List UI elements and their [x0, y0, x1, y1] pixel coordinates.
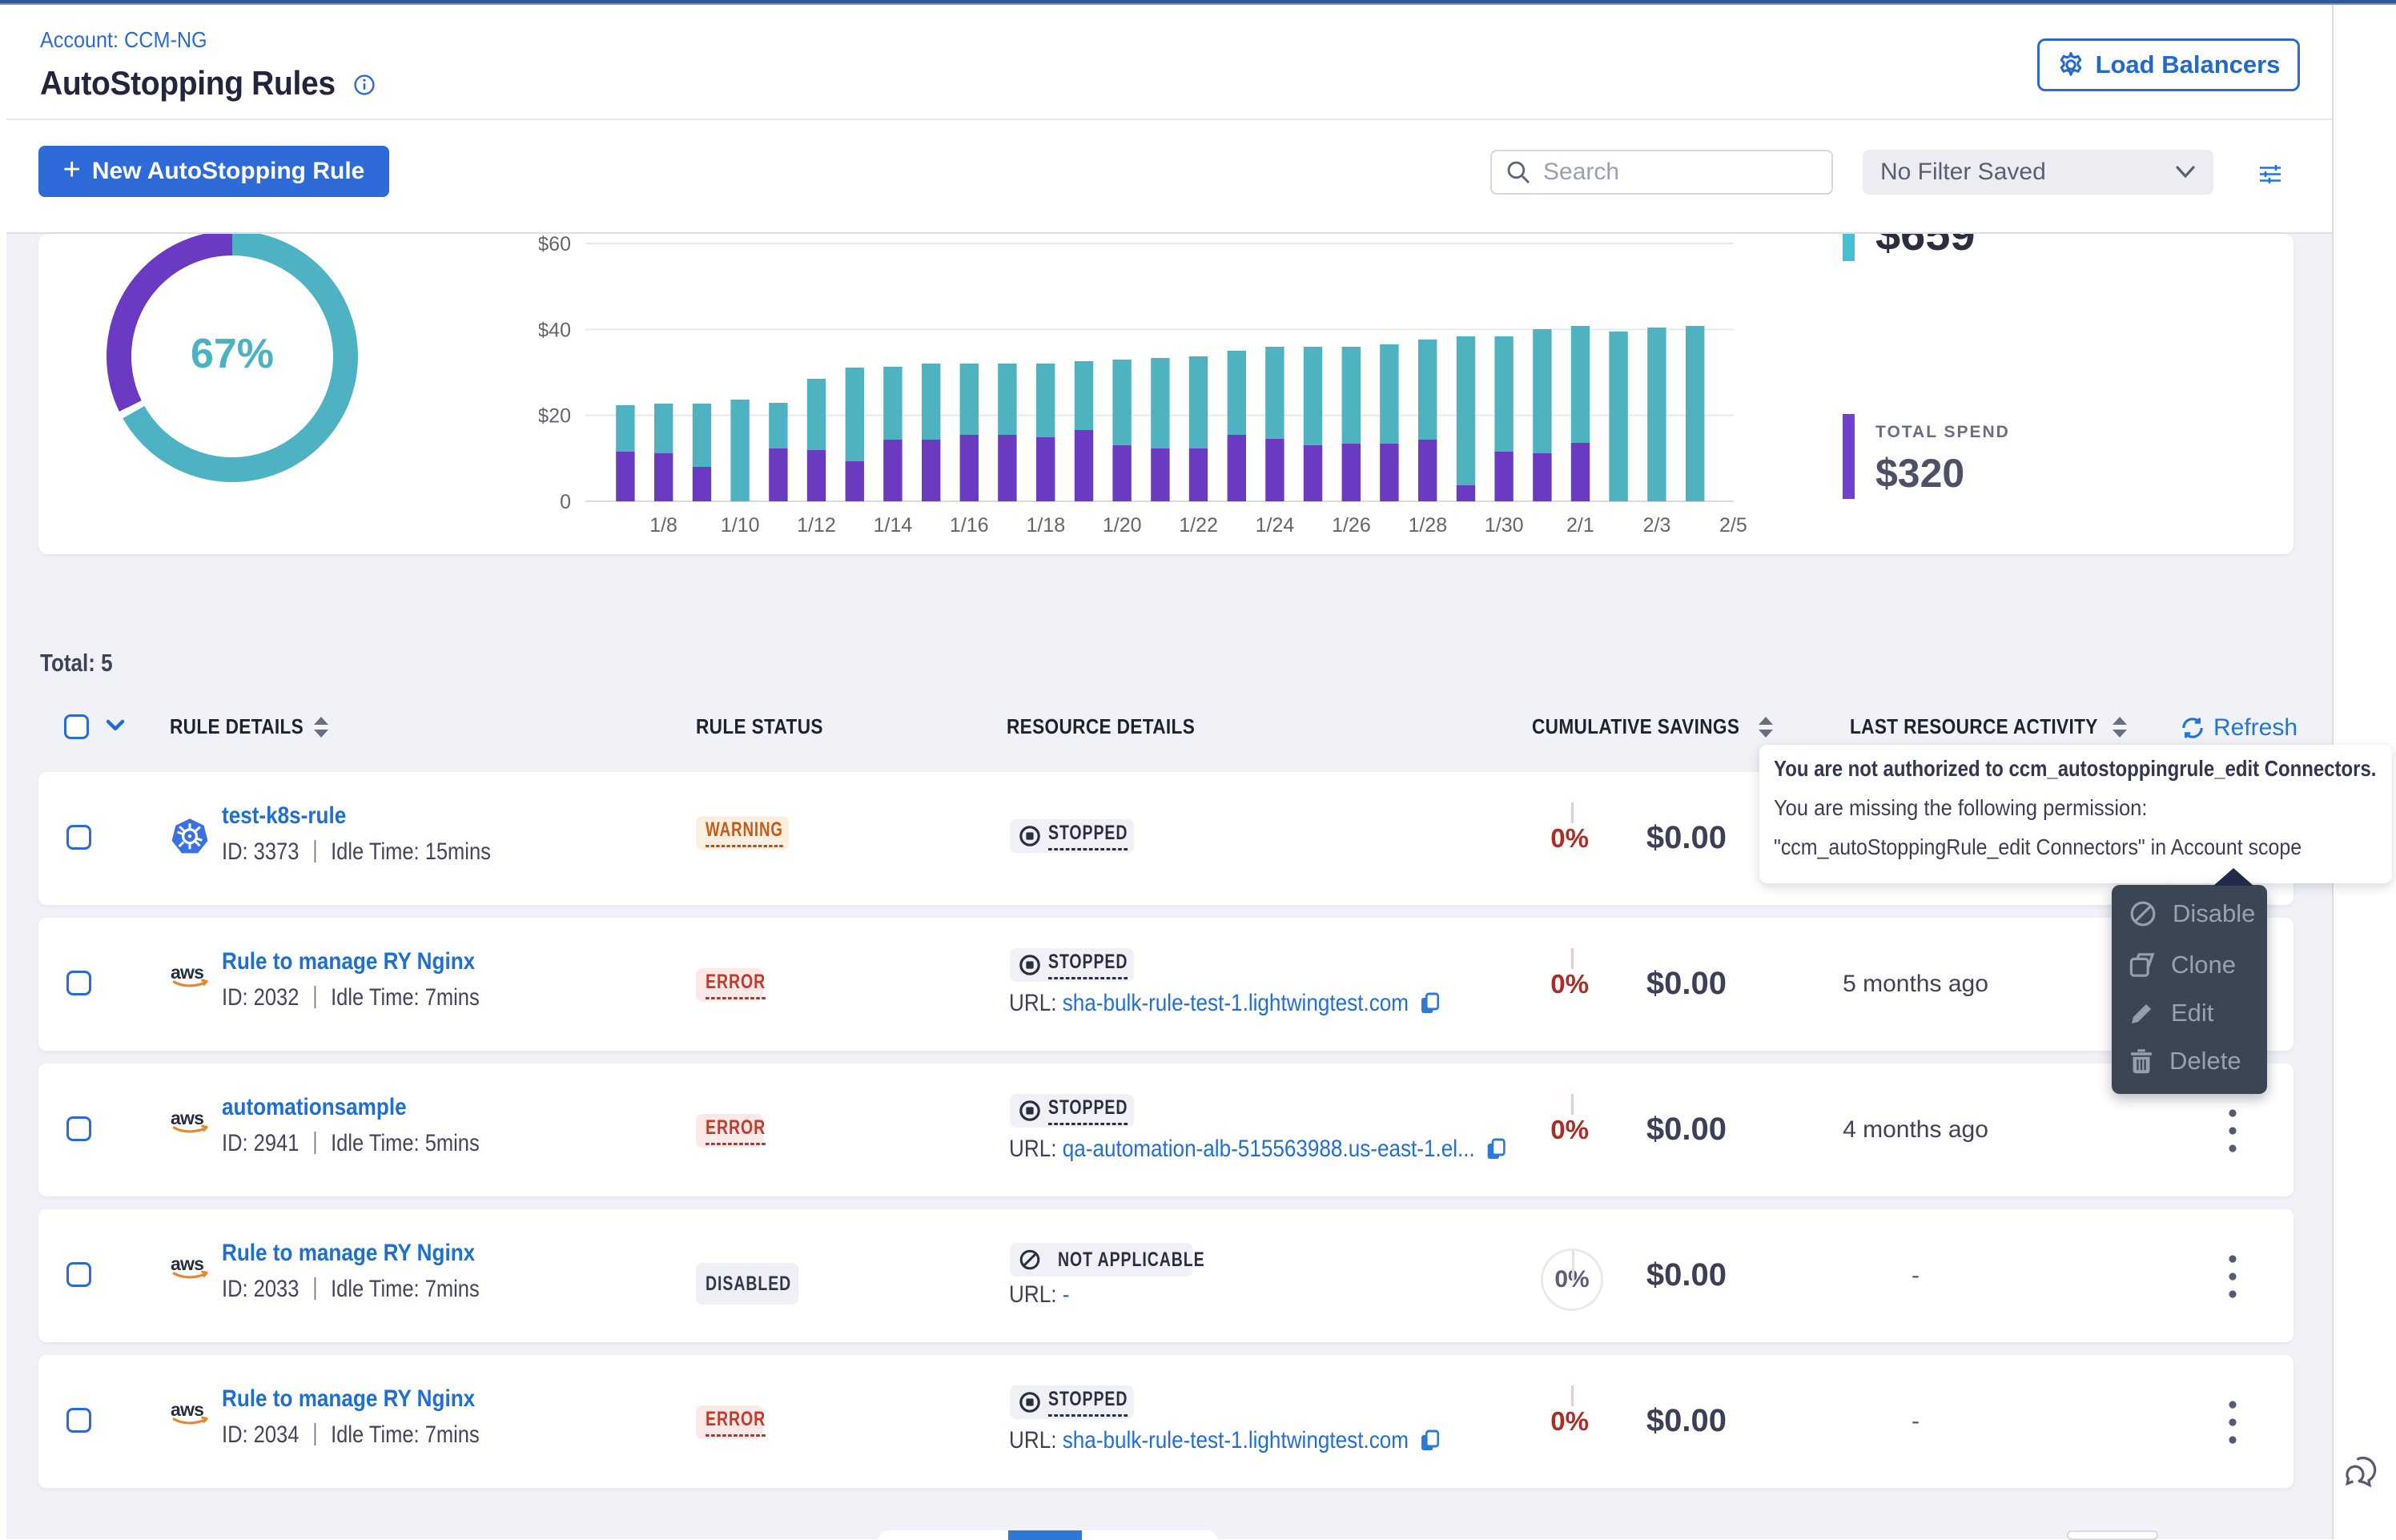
svg-text:1/28: 1/28: [1408, 514, 1447, 537]
svg-text:$60: $60: [539, 234, 571, 255]
svg-text:1/16: 1/16: [950, 514, 989, 537]
svg-text:1/20: 1/20: [1103, 514, 1142, 537]
svg-text:aws: aws: [171, 1255, 203, 1274]
svg-text:aws: aws: [171, 1109, 203, 1128]
svg-text:2/3: 2/3: [1643, 514, 1671, 537]
svg-text:0: 0: [560, 491, 571, 513]
svg-text:1/30: 1/30: [1485, 514, 1524, 537]
svg-text:1/22: 1/22: [1179, 514, 1218, 537]
svg-text:$40: $40: [539, 319, 571, 341]
svg-text:1/12: 1/12: [797, 514, 836, 537]
svg-text:1/10: 1/10: [721, 514, 760, 537]
svg-text:1/8: 1/8: [649, 514, 677, 537]
svg-text:1/26: 1/26: [1332, 514, 1371, 537]
svg-text:$20: $20: [539, 405, 571, 428]
svg-text:2/1: 2/1: [1566, 514, 1594, 537]
svg-text:1/18: 1/18: [1026, 514, 1065, 537]
svg-text:aws: aws: [171, 963, 203, 983]
svg-text:1/24: 1/24: [1256, 514, 1295, 537]
svg-text:2/5: 2/5: [1719, 514, 1747, 537]
svg-text:1/14: 1/14: [874, 514, 913, 537]
svg-text:aws: aws: [171, 1401, 203, 1420]
